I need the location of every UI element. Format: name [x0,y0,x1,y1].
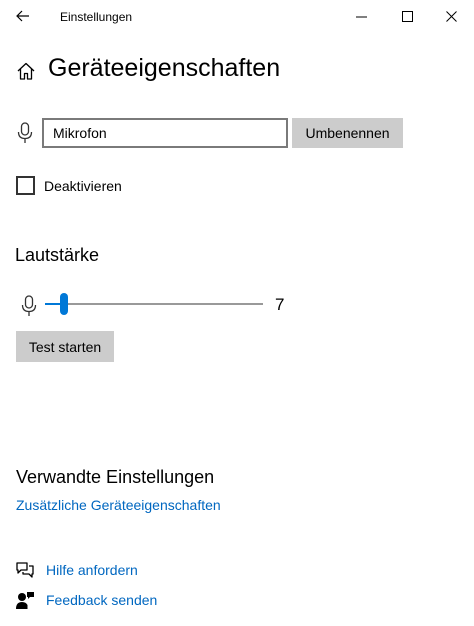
slider-thumb[interactable] [60,293,68,315]
volume-value: 7 [275,295,285,314]
slider-track [45,303,263,305]
send-feedback-link[interactable]: Feedback senden [46,592,157,608]
additional-device-properties-link[interactable]: Zusätzliche Geräteeigenschaften [16,497,221,513]
title-bar: Einstellungen [0,0,474,32]
get-help-link[interactable]: Hilfe anfordern [46,562,138,578]
close-icon [445,10,457,22]
maximize-button[interactable] [384,0,430,32]
minimize-button[interactable] [338,0,384,32]
maximize-icon [401,10,413,22]
disable-checkbox-label: Deaktivieren [44,178,122,194]
microphone-icon [17,122,33,143]
related-settings-heading: Verwandte Einstellungen [16,467,215,487]
window-title: Einstellungen [60,10,133,24]
device-name-input[interactable] [42,118,288,148]
close-button[interactable] [428,0,474,32]
page-title: Geräteeigenschaften [48,54,281,82]
page-header [16,56,36,86]
rename-button[interactable]: Umbenennen [292,118,403,148]
volume-heading: Lautstärke [15,245,100,265]
feedback-person-icon [16,592,34,609]
chat-help-icon [16,562,34,578]
volume-slider[interactable] [45,293,263,317]
minimize-icon [355,16,367,17]
microphone-icon [21,295,37,316]
arrow-left-icon [16,10,29,22]
home-icon[interactable] [16,61,36,81]
back-button[interactable] [8,4,38,28]
test-start-button[interactable]: Test starten [16,331,114,362]
disable-checkbox[interactable] [16,176,35,195]
